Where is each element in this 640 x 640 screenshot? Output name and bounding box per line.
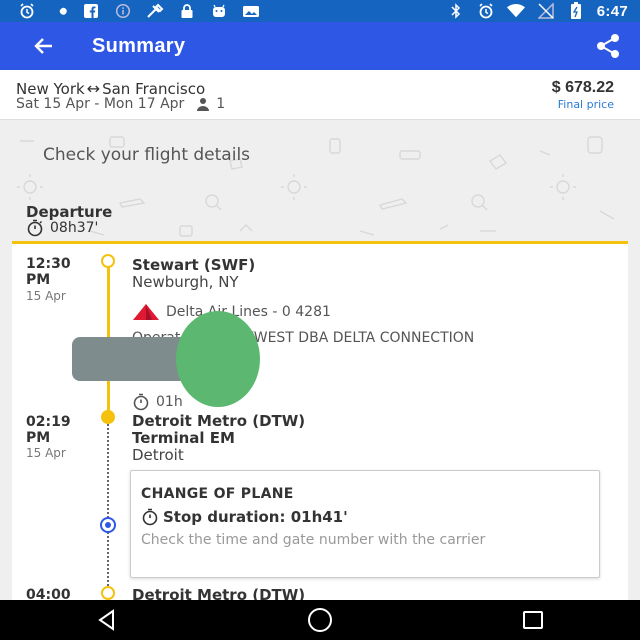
arrival-time-value: 02:19 (26, 414, 71, 430)
timeline-stop-dot (100, 517, 116, 533)
departure-city: Newburgh, NY (132, 273, 239, 291)
timeline-arrival-dot (101, 410, 115, 424)
bluetooth-icon (447, 3, 465, 19)
nav-back-button[interactable] (87, 602, 127, 638)
share-button[interactable] (586, 24, 630, 68)
nav-recents-button[interactable] (513, 602, 553, 638)
airline-name: Delta Air Lines - 0 4281 (166, 304, 331, 320)
signal-off-icon (537, 3, 555, 19)
facebook-icon (82, 4, 100, 18)
alarm-icon (477, 3, 495, 19)
nav-home-button[interactable] (300, 602, 340, 638)
square-recents-icon (523, 611, 544, 629)
arrival-date: 15 Apr (26, 446, 66, 460)
lock-icon (178, 4, 196, 18)
departure-time-value: 12:30 (26, 256, 71, 272)
app-bar: Summary (0, 22, 640, 70)
departure-duration-value: 08h37' (50, 220, 99, 236)
trip-dates: Sat 15 Apr - Mon 17 Apr 1 (16, 96, 225, 112)
arrival-city: Detroit (132, 446, 184, 464)
alarm-icon (18, 3, 36, 19)
stopover-note: Check the time and gate number with the … (141, 532, 486, 548)
page-title: Summary (92, 34, 186, 57)
share-icon (597, 34, 619, 58)
departure-airport: Stewart (SWF) (132, 256, 256, 274)
timeline-departure-dot (101, 254, 115, 268)
android-icon (210, 4, 228, 18)
person-icon (197, 98, 210, 111)
triangle-back-icon (97, 609, 114, 631)
flight-duration: 01h (132, 393, 183, 411)
flight-itinerary-card: 12:30 PM 15 Apr Stewart (SWF) Newburgh, … (12, 241, 628, 604)
stopover-duration: Stop duration: 01h41' (141, 508, 348, 526)
departure-date: 15 Apr (26, 289, 66, 303)
clock: 6:47 (596, 2, 628, 20)
status-bar: 6:47 (0, 0, 640, 22)
overlay-gray-shape (72, 337, 192, 381)
total-price: $ 678.22 (551, 79, 614, 96)
wifi-icon (506, 3, 525, 18)
arrow-left-icon (34, 38, 52, 54)
arrival-time-period: PM (26, 430, 51, 446)
departure-duration: 08h37' (26, 219, 98, 237)
timeline-departure-dot-2 (101, 586, 115, 600)
info-icon (114, 3, 132, 19)
arrival-terminal: Terminal EM (132, 429, 235, 447)
final-price-label[interactable]: Final price (558, 98, 614, 111)
date-range: Sat 15 Apr - Mon 17 Apr (16, 96, 185, 112)
back-button[interactable] (22, 24, 66, 68)
circle-home-icon (307, 608, 332, 632)
stopover-title: CHANGE OF PLANE (141, 486, 294, 502)
destination-city: San Francisco (102, 79, 206, 98)
tools-icon (146, 3, 164, 18)
stopwatch-icon (133, 393, 149, 411)
passenger-count: 1 (216, 96, 226, 112)
delta-logo-icon (133, 304, 159, 320)
check-flight-details-title: Check your flight details (43, 145, 251, 165)
departure-time: 12:30 PM (26, 256, 86, 288)
battery-icon (567, 2, 585, 19)
navigation-bar (0, 600, 640, 640)
stopwatch-icon (142, 508, 158, 526)
trip-summary-header: New York ↔ San Francisco Sat 15 Apr - Mo… (0, 70, 640, 120)
stopover-duration-value: Stop duration: 01h41' (163, 508, 348, 526)
stopover-info: CHANGE OF PLANE Stop duration: 01h41' Ch… (130, 470, 600, 578)
arrival-time: 02:19 PM (26, 414, 86, 446)
wrench-icon (50, 4, 68, 18)
origin-city: New York (16, 79, 85, 98)
arrival-airport: Detroit Metro (DTW) (132, 412, 306, 430)
flight-duration-value: 01h (156, 394, 183, 410)
departure-time-period: PM (26, 272, 51, 288)
stopwatch-icon (27, 219, 43, 237)
timeline-line-stopover (107, 424, 109, 594)
photo-icon (242, 4, 260, 18)
overlay-green-shape (176, 311, 260, 407)
